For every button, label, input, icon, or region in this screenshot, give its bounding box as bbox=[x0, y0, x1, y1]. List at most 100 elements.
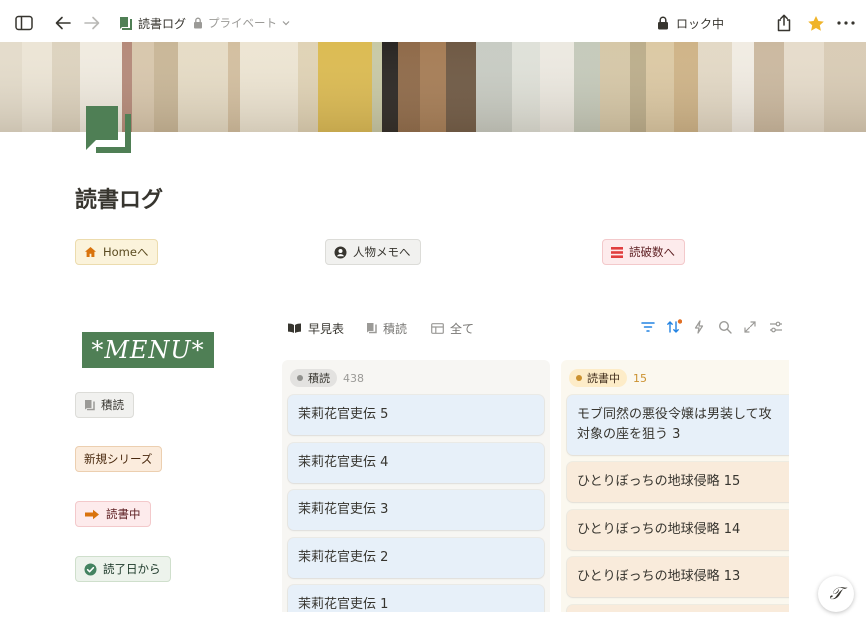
expand-icon bbox=[744, 321, 756, 333]
privacy-label: プライベート bbox=[208, 16, 277, 30]
card-title-line2: 対象の座を狙う 3 bbox=[577, 427, 681, 442]
page-icon[interactable] bbox=[84, 104, 132, 156]
column-count: 438 bbox=[343, 371, 364, 385]
card-title-wrap: 茉莉花官吏伝 3 bbox=[298, 500, 388, 520]
link-chip-label: 読破数へ bbox=[629, 245, 675, 259]
card-title: 茉莉花官吏伝 1 bbox=[298, 597, 389, 612]
menu-item[interactable]: 読了日から bbox=[75, 556, 171, 582]
automation-button[interactable] bbox=[689, 317, 709, 337]
card-title: モブ同然の悪役令嬢は男装して攻 bbox=[577, 407, 772, 422]
board-card[interactable]: モブ同然の悪役令嬢は男装して攻 対象の座を狙う 3 bbox=[567, 395, 789, 455]
link-chip-label: 人物メモへ bbox=[353, 245, 411, 259]
card-title-wrap: 茉莉花官吏伝 1 bbox=[298, 595, 388, 612]
board-view: 積読 438 茉莉花官吏伝 5 茉莉花官吏伝 4 茉莉花官吏伝 3 茉莉花官吏伝 2 茉莉花… bbox=[282, 360, 789, 612]
menu-item-label: 読書中 bbox=[106, 507, 141, 521]
forward-button[interactable] bbox=[79, 0, 105, 46]
card-title-wrap: ひとりぼっちの地球侵略 14 bbox=[577, 520, 740, 540]
lock-status[interactable]: ロック中 bbox=[657, 0, 724, 46]
column-header[interactable]: 積読 438 bbox=[290, 368, 364, 388]
column-count: 15 bbox=[633, 371, 647, 385]
card-title-wrap: ひとりぼっちの地球侵略 15 bbox=[577, 472, 740, 492]
back-button[interactable] bbox=[50, 0, 76, 46]
page-title: 読書ログ bbox=[75, 188, 164, 213]
more-button[interactable] bbox=[833, 0, 859, 46]
view-tab-label: 積読 bbox=[383, 321, 408, 336]
more-icon bbox=[837, 21, 855, 25]
board-card[interactable]: ひとりぼっちの地球侵略 15 bbox=[567, 462, 789, 502]
board-column: 積読 438 茉莉花官吏伝 5 茉莉花官吏伝 4 茉莉花官吏伝 3 茉莉花官吏伝 2 茉莉花… bbox=[282, 360, 550, 612]
search-button[interactable] bbox=[715, 317, 735, 337]
menu-item[interactable]: 新規シリーズ bbox=[75, 446, 163, 472]
card-title: 茉莉花官吏伝 4 bbox=[298, 455, 389, 470]
card-title: ひとりぼっちの地球侵略 14 bbox=[577, 522, 741, 537]
card-title: 茉莉花官吏伝 5 bbox=[298, 407, 389, 422]
board-card[interactable]: 茉莉花官吏伝 1 bbox=[288, 585, 544, 612]
card-title: ひとりぼっちの地球侵略 13 bbox=[577, 569, 741, 584]
board-card[interactable]: 茉莉花官吏伝 4 bbox=[288, 443, 544, 483]
column-header[interactable]: 読書中 15 bbox=[569, 368, 647, 388]
sort-icon bbox=[667, 319, 682, 333]
search-icon bbox=[718, 320, 732, 334]
board-card[interactable]: ひとりぼっちの地球侵略 14 bbox=[567, 510, 789, 550]
status-label: 読書中 bbox=[587, 372, 620, 385]
status-dot bbox=[297, 375, 303, 381]
view-tab[interactable]: 積読 bbox=[366, 316, 407, 340]
ai-assistant-button[interactable]: 𝒯 bbox=[818, 576, 854, 612]
view-tab-label: 全て bbox=[450, 321, 475, 336]
arrow-right-icon bbox=[84, 16, 100, 30]
board-card[interactable]: 茉莉花官吏伝 5 bbox=[288, 395, 544, 435]
check-circle-icon bbox=[84, 563, 97, 576]
menu-item-label: 読了日から bbox=[103, 562, 161, 576]
menu-item[interactable]: 積読 bbox=[75, 392, 134, 418]
filter-button[interactable] bbox=[638, 317, 658, 337]
top-bar: 読書ログ プライベート ロック中 bbox=[0, 0, 866, 46]
lock-label: ロック中 bbox=[676, 16, 725, 31]
link-chip[interactable]: 読破数へ bbox=[602, 239, 685, 265]
card-title-wrap: 茉莉花官吏伝 2 bbox=[298, 548, 388, 568]
card-title: 茉莉花官吏伝 2 bbox=[298, 550, 389, 565]
book-icon bbox=[366, 322, 377, 334]
link-chip[interactable]: Homeへ bbox=[75, 239, 159, 265]
expand-button[interactable] bbox=[740, 317, 760, 337]
card-title: ひとりぼっちの地球侵略 15 bbox=[577, 474, 741, 489]
book-icon bbox=[84, 399, 95, 411]
link-chip[interactable]: 人物メモへ bbox=[325, 239, 421, 265]
view-tab[interactable]: 全て bbox=[431, 316, 474, 340]
chevron-down-icon bbox=[282, 21, 290, 26]
card-title-wrap: 茉莉花官吏伝 5 bbox=[298, 405, 388, 425]
menu-item[interactable]: 読書中 bbox=[75, 501, 151, 527]
privacy-menu[interactable]: プライベート bbox=[193, 0, 290, 46]
green-book-icon bbox=[86, 106, 131, 153]
star-icon bbox=[808, 15, 824, 31]
view-tab-label: 早見表 bbox=[308, 321, 345, 336]
card-title: 茉莉花官吏伝 3 bbox=[298, 502, 389, 517]
share-icon bbox=[777, 14, 791, 32]
card-title-wrap: モブ同然の悪役令嬢は男装して攻 対象の座を狙う 3 bbox=[577, 405, 772, 445]
open-book-icon bbox=[287, 322, 302, 334]
arrow-left-icon bbox=[55, 16, 71, 30]
board-card[interactable]: 茉莉花官吏伝 2 bbox=[288, 538, 544, 578]
menu-logo: *MENU* bbox=[82, 332, 214, 368]
settings-button[interactable] bbox=[766, 317, 786, 337]
menu-item-label: 新規シリーズ bbox=[84, 452, 153, 466]
share-button[interactable] bbox=[771, 0, 797, 46]
sliders-icon bbox=[770, 321, 782, 333]
lightning-icon bbox=[694, 320, 704, 334]
card-title-wrap: ひとりぼっちの地球侵略 13 bbox=[577, 567, 740, 587]
breadcrumb-page-name: 読書ログ bbox=[138, 16, 187, 31]
view-tab[interactable]: 早見表 bbox=[287, 316, 344, 340]
board-card[interactable]: 茉莉花官吏伝 3 bbox=[288, 490, 544, 530]
favorite-button[interactable] bbox=[803, 0, 829, 46]
sort-button[interactable] bbox=[664, 317, 684, 337]
card-title-wrap: 茉莉花官吏伝 4 bbox=[298, 453, 388, 473]
table-icon bbox=[431, 322, 444, 334]
house-icon bbox=[84, 246, 97, 258]
list-icon bbox=[611, 246, 623, 258]
breadcrumb[interactable]: 読書ログ bbox=[118, 0, 186, 46]
board-card[interactable] bbox=[567, 605, 789, 612]
lock-icon bbox=[658, 16, 668, 30]
board-card[interactable]: ひとりぼっちの地球侵略 13 bbox=[567, 557, 789, 597]
filter-icon bbox=[641, 322, 655, 332]
sidebar-toggle-button[interactable] bbox=[11, 0, 37, 46]
board-column: 読書中 15 モブ同然の悪役令嬢は男装して攻 対象の座を狙う 3 ひとりぼっちの地球侵略… bbox=[561, 360, 789, 612]
